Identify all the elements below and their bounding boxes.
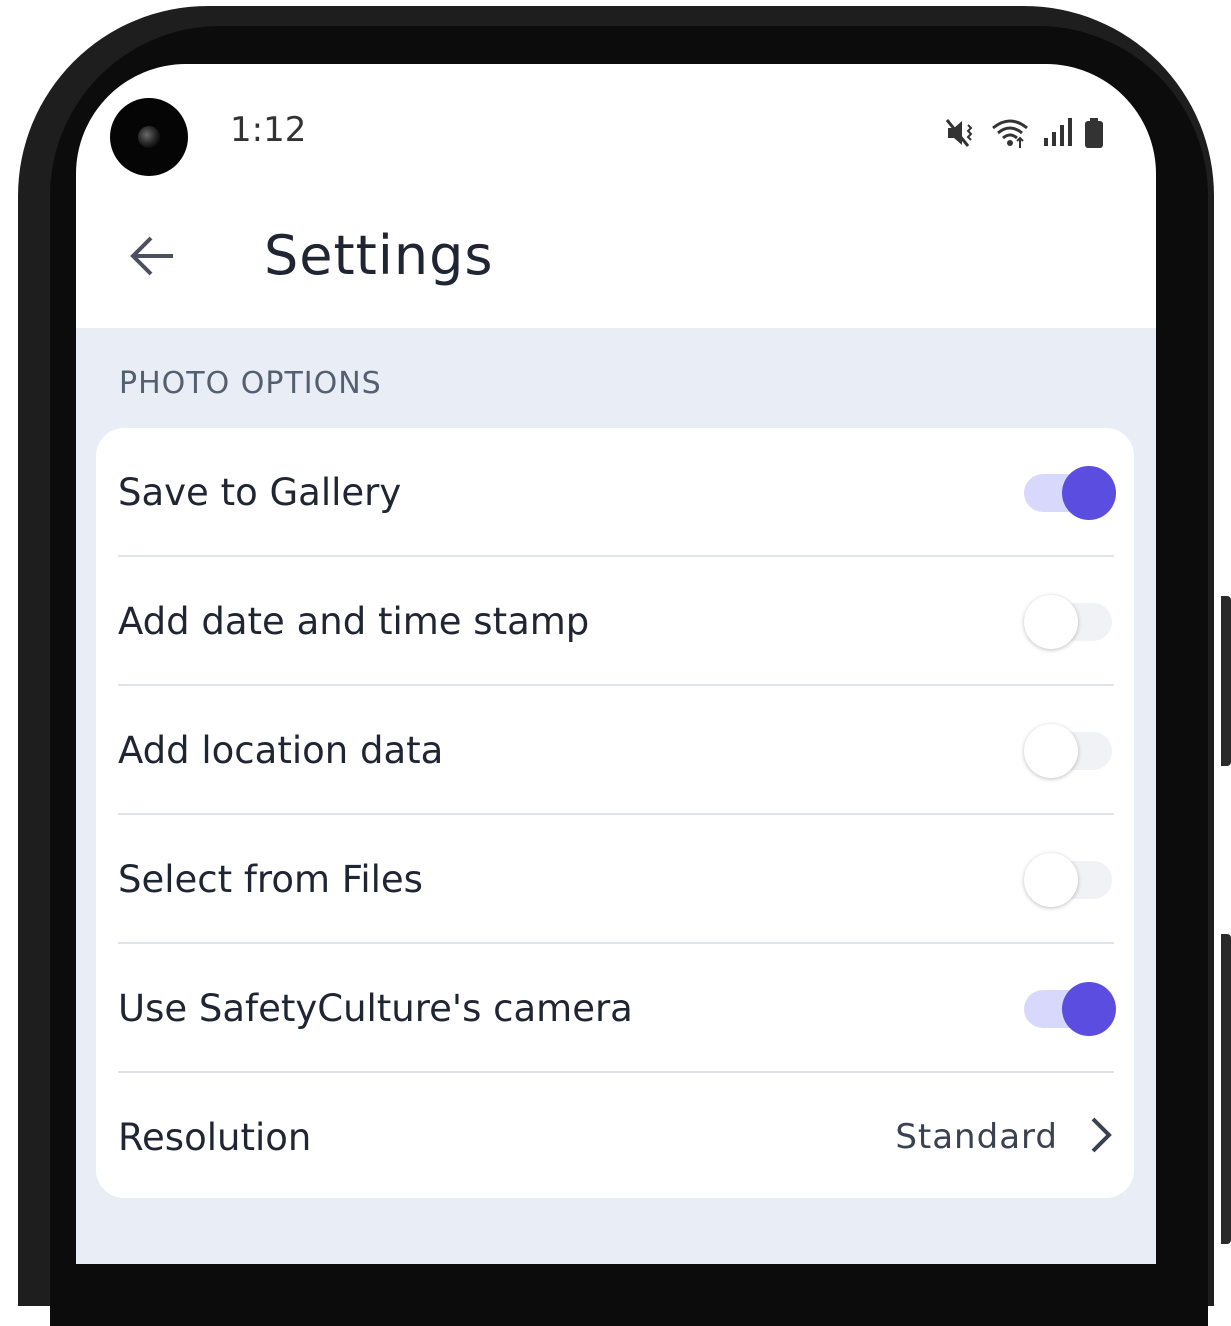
app-bar: Settings — [76, 204, 1156, 328]
setting-row-select-from-files[interactable]: Select from Files — [118, 815, 1114, 943]
resolution-value: Standard — [895, 1117, 1058, 1157]
setting-row-resolution[interactable]: Resolution Standard — [118, 1073, 1114, 1201]
setting-row-date-time-stamp[interactable]: Add date and time stamp — [118, 557, 1114, 685]
toggle-thumb — [1024, 595, 1078, 649]
setting-label: Add location data — [118, 728, 444, 772]
status-time: 1:12 — [230, 110, 307, 150]
toggle-thumb — [1024, 724, 1078, 778]
phone-screen: 1:12 Settings PHOTO OPTIONS Save to Gall… — [76, 64, 1156, 1264]
volume-button — [1221, 596, 1231, 766]
setting-row-save-to-gallery[interactable]: Save to Gallery — [118, 428, 1116, 556]
back-button[interactable] — [116, 222, 188, 294]
setting-row-location-data[interactable]: Add location data — [118, 686, 1114, 814]
setting-label: Add date and time stamp — [118, 599, 590, 643]
power-button — [1221, 934, 1231, 1244]
battery-icon — [1084, 116, 1104, 150]
location-data-toggle[interactable] — [1024, 724, 1114, 778]
setting-label: Select from Files — [118, 857, 423, 901]
arrow-left-icon — [127, 231, 177, 285]
toggle-thumb — [1062, 982, 1116, 1036]
photo-options-card: Save to Gallery Add date and time stamp … — [96, 428, 1134, 1198]
toggle-thumb — [1062, 466, 1116, 520]
chevron-right-icon — [1088, 1115, 1114, 1159]
setting-row-safetyculture-camera[interactable]: Use SafetyCulture's camera — [118, 944, 1116, 1072]
select-from-files-toggle[interactable] — [1024, 853, 1114, 907]
section-header-photo-options: PHOTO OPTIONS — [119, 366, 382, 401]
toggle-thumb — [1024, 853, 1078, 907]
wifi-icon — [990, 116, 1030, 150]
page-title: Settings — [264, 224, 494, 287]
vibrate-mute-icon — [944, 116, 978, 150]
setting-label: Save to Gallery — [118, 470, 402, 514]
setting-label: Use SafetyCulture's camera — [118, 986, 633, 1030]
status-icons — [944, 116, 1104, 150]
front-camera — [110, 98, 188, 176]
safetyculture-camera-toggle[interactable] — [1024, 982, 1116, 1036]
setting-label: Resolution — [118, 1115, 312, 1159]
date-time-stamp-toggle[interactable] — [1024, 595, 1114, 649]
settings-content: PHOTO OPTIONS Save to Gallery Add date a… — [76, 328, 1156, 1264]
save-to-gallery-toggle[interactable] — [1024, 466, 1116, 520]
resolution-value-group: Standard — [895, 1115, 1114, 1159]
signal-icon — [1042, 116, 1072, 150]
